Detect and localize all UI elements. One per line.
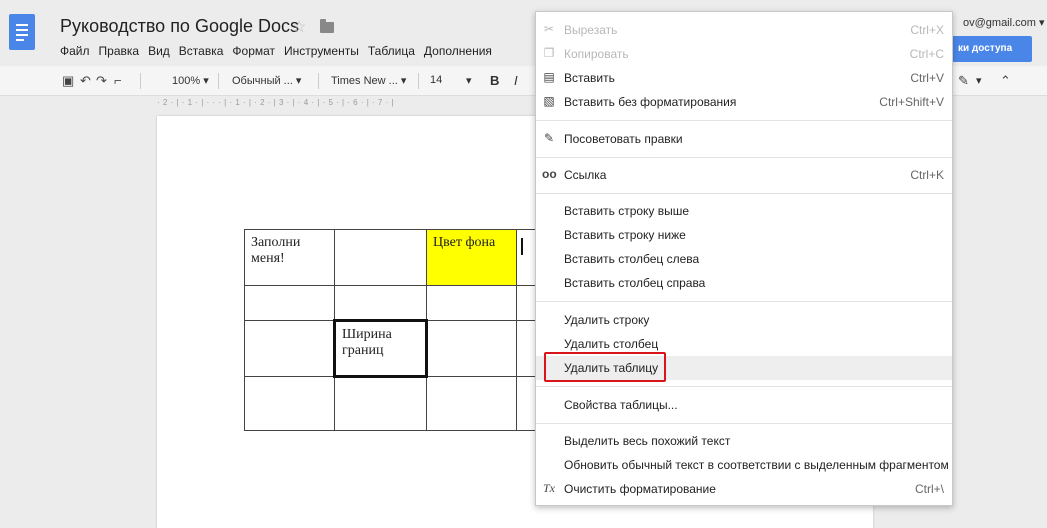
- folder-icon[interactable]: [320, 19, 334, 33]
- bold-button[interactable]: B: [490, 73, 499, 88]
- account-email[interactable]: ov@gmail.com ▾: [963, 16, 1045, 29]
- italic-button[interactable]: I: [514, 73, 518, 88]
- text-cursor: [521, 238, 523, 255]
- font-select[interactable]: Times New ... ▾: [331, 74, 406, 87]
- table-cell[interactable]: [426, 285, 517, 321]
- table-cell[interactable]: [244, 285, 335, 321]
- menu-edit[interactable]: Правка: [99, 44, 140, 58]
- context-menu: ✂ Вырезать Ctrl+X ❐ Копировать Ctrl+C ▤ …: [535, 11, 953, 506]
- document-title[interactable]: Руководство по Google Docs: [60, 16, 299, 37]
- table-cell[interactable]: Заполни меня!: [244, 229, 335, 286]
- document-table[interactable]: Заполни меня! Цвет фона Ширина границ: [244, 229, 539, 431]
- font-size-select[interactable]: 14: [430, 74, 442, 86]
- menu-tools[interactable]: Инструменты: [284, 44, 359, 58]
- paint-format-icon[interactable]: ⌐: [114, 73, 122, 88]
- google-docs-logo-icon[interactable]: [9, 14, 35, 50]
- menu-item-paste-plain[interactable]: ▧ Вставить без форматирования Ctrl+Shift…: [536, 90, 952, 114]
- menu-item-paste[interactable]: ▤ Вставить Ctrl+V: [536, 66, 952, 90]
- redo-icon[interactable]: ↷: [96, 73, 107, 89]
- menu-item-table-properties[interactable]: Свойства таблицы...: [536, 393, 952, 417]
- scissors-icon: ✂: [543, 22, 555, 36]
- table-cell[interactable]: [244, 320, 335, 377]
- menu-item-select-similar-text[interactable]: Выделить весь похожий текст: [536, 429, 952, 453]
- clear-format-icon: Tx: [543, 481, 555, 495]
- undo-icon[interactable]: ↶: [80, 73, 91, 89]
- paste-icon: ▤: [543, 70, 555, 84]
- style-select[interactable]: Обычный ... ▾: [232, 74, 301, 87]
- menu-item-insert-row-below[interactable]: Вставить строку ниже: [536, 223, 952, 247]
- menu-item-copy[interactable]: ❐ Копировать Ctrl+C: [536, 42, 952, 66]
- menu-item-clear-formatting[interactable]: Tx Очистить форматирование Ctrl+\: [536, 477, 952, 501]
- menu-addons[interactable]: Дополнения: [424, 44, 492, 58]
- pen-icon[interactable]: ✎: [958, 73, 969, 89]
- menu-item-suggest-edits[interactable]: ✎ Посоветовать правки: [536, 127, 952, 151]
- zoom-select[interactable]: 100% ▾: [172, 74, 209, 87]
- delete-table-highlight: [544, 352, 666, 382]
- menu-item-insert-col-right[interactable]: Вставить столбец справа: [536, 271, 952, 295]
- paste-plain-icon: ▧: [543, 94, 555, 108]
- menu-view[interactable]: Вид: [148, 44, 170, 58]
- font-size-dropdown-icon[interactable]: ▾: [466, 74, 472, 87]
- ruler[interactable]: · 2 · | · 1 · | · · · | · 1 · | · 2 · | …: [157, 98, 523, 110]
- menu-item-insert-col-left[interactable]: Вставить столбец слева: [536, 247, 952, 271]
- menu-item-delete-row[interactable]: Удалить строку: [536, 308, 952, 332]
- menu-format[interactable]: Формат: [232, 44, 275, 58]
- table-cell[interactable]: [334, 285, 427, 321]
- menu-item-update-normal-text[interactable]: Обновить обычный текст в соответствии с …: [536, 453, 952, 477]
- table-cell[interactable]: [426, 376, 517, 431]
- suggest-icon: ✎: [543, 131, 555, 145]
- menu-item-cut[interactable]: ✂ Вырезать Ctrl+X: [536, 18, 952, 42]
- table-cell[interactable]: [334, 376, 427, 431]
- link-icon: oo: [542, 167, 557, 181]
- table-cell[interactable]: [244, 376, 335, 431]
- star-icon[interactable]: ☆: [292, 17, 306, 37]
- print-icon[interactable]: ▣: [62, 73, 74, 89]
- copy-icon: ❐: [543, 46, 555, 60]
- share-button[interactable]: ки доступа: [952, 36, 1032, 62]
- menu-item-link[interactable]: oo Ссылка Ctrl+K: [536, 163, 952, 187]
- collapse-icon[interactable]: ⌃: [1000, 73, 1011, 89]
- table-cell-yellow[interactable]: Цвет фона: [426, 229, 517, 286]
- menu-bar: Файл Правка Вид Вставка Формат Инструмен…: [60, 44, 492, 58]
- table-cell[interactable]: [334, 229, 427, 286]
- menu-table[interactable]: Таблица: [368, 44, 415, 58]
- pen-dropdown-icon[interactable]: ▾: [976, 74, 982, 87]
- table-cell[interactable]: [426, 320, 517, 377]
- table-cell-thick-border[interactable]: Ширина границ: [333, 319, 428, 378]
- menu-file[interactable]: Файл: [60, 44, 90, 58]
- menu-item-insert-row-above[interactable]: Вставить строку выше: [536, 199, 952, 223]
- menu-insert[interactable]: Вставка: [179, 44, 224, 58]
